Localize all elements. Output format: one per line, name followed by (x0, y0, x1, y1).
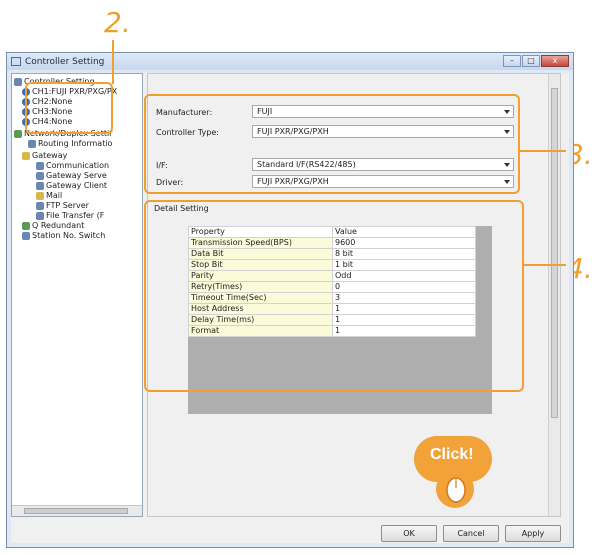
scroll-thumb[interactable] (551, 88, 558, 418)
mail-icon (36, 191, 44, 200)
click-label: Click! (430, 446, 474, 463)
routing-icon (28, 139, 36, 148)
network-icon (14, 129, 22, 138)
station-icon (22, 231, 30, 240)
apply-button[interactable]: Apply (505, 525, 561, 542)
step-marker-2: 2. (104, 6, 131, 39)
close-button[interactable]: x (541, 55, 569, 67)
vertical-scrollbar[interactable] (548, 74, 560, 516)
file-transfer-icon (36, 211, 44, 220)
leader-line-step-2 (112, 40, 114, 84)
tree-item-label: Routing Informatio (38, 139, 113, 148)
title-bar: Controller Setting – □ x (7, 53, 573, 70)
leader-line-step-3 (520, 150, 566, 152)
communication-icon (36, 161, 44, 170)
gateway-icon (22, 151, 30, 160)
leader-line-step-4 (524, 264, 566, 266)
ftp-icon (36, 201, 44, 210)
redundant-icon (22, 221, 30, 230)
callout-box-step-4 (144, 200, 524, 392)
scroll-thumb[interactable] (24, 508, 128, 514)
mouse-hand-icon (436, 470, 474, 508)
tree-horizontal-scrollbar[interactable] (12, 505, 142, 516)
controller-icon (14, 77, 22, 86)
window-title: Controller Setting (25, 56, 105, 67)
minimize-button[interactable]: – (503, 55, 521, 67)
callout-box-step-3 (144, 94, 520, 194)
callout-box-step-2 (25, 82, 113, 134)
client-icon (36, 181, 44, 190)
maximize-button[interactable]: □ (522, 55, 540, 67)
app-icon (11, 57, 21, 66)
cancel-button[interactable]: Cancel (443, 525, 499, 542)
ok-button[interactable]: OK (381, 525, 437, 542)
tree-item-station-switch[interactable]: Station No. Switch (22, 230, 105, 241)
settings-tree: Controller Setting CH1:FUJI PXR/PXG/PX C… (11, 73, 143, 517)
mouse-icon (446, 477, 466, 503)
server-icon (36, 171, 44, 180)
tree-item-routing[interactable]: Routing Informatio (28, 138, 112, 149)
tree-item-label: Station No. Switch (32, 231, 106, 240)
